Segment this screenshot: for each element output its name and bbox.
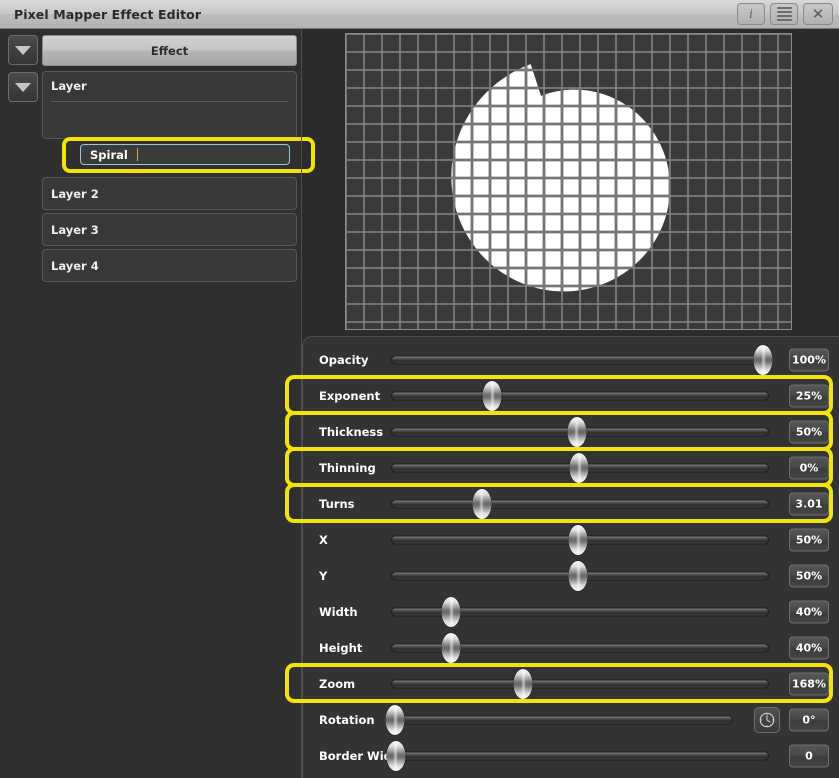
- effect-button[interactable]: Effect: [42, 35, 297, 66]
- slider-value-box[interactable]: 40%: [789, 601, 829, 624]
- window-title-bar: Pixel Mapper Effect Editor i ✕: [0, 0, 839, 29]
- slider-label: Exponent: [319, 389, 380, 403]
- slider-thumb[interactable]: [567, 417, 586, 447]
- slider-label: Turns: [319, 497, 354, 511]
- slider-row-rotation: Rotation 0°: [303, 702, 839, 738]
- slider-row-thinning: Thinning 0%: [303, 450, 839, 486]
- slider-value-box[interactable]: 0: [789, 745, 829, 768]
- slider-track[interactable]: [391, 356, 769, 365]
- text-caret: [137, 148, 138, 161]
- triangle-down-icon: [15, 46, 31, 55]
- slider-thumb[interactable]: [514, 669, 533, 699]
- layer-group[interactable]: Layer: [42, 71, 297, 139]
- slider-track[interactable]: [391, 500, 769, 509]
- slider-thumb[interactable]: [483, 381, 502, 411]
- sidebar-item-layer-4[interactable]: Layer 4: [42, 249, 297, 282]
- rotation-clock-button[interactable]: [754, 707, 780, 733]
- slider-row-border-width: Border Width0: [303, 738, 839, 774]
- window-controls: i ✕: [737, 3, 833, 25]
- slider-thumb[interactable]: [386, 705, 405, 735]
- slider-label: X: [319, 533, 328, 547]
- sidebar-item-layer-3[interactable]: Layer 3: [42, 213, 297, 246]
- layer-separator: [51, 101, 288, 102]
- slider-value-box[interactable]: 40%: [789, 637, 829, 660]
- menu-button[interactable]: [770, 3, 798, 25]
- slider-label: Height: [319, 641, 362, 655]
- slider-value-box[interactable]: 168%: [789, 673, 829, 696]
- hamburger-icon: [777, 5, 792, 23]
- slider-row-x: X 50%: [303, 522, 839, 558]
- close-button[interactable]: ✕: [803, 3, 833, 25]
- slider-track[interactable]: [391, 716, 733, 725]
- window-title: Pixel Mapper Effect Editor: [14, 7, 201, 22]
- slider-value-box[interactable]: 0°: [789, 709, 829, 732]
- layer-collapse-button[interactable]: [8, 72, 38, 102]
- slider-value-box[interactable]: 50%: [789, 529, 829, 552]
- triangle-down-icon: [15, 83, 31, 92]
- slider-label: Opacity: [319, 353, 369, 367]
- effect-collapse-button[interactable]: [8, 35, 38, 65]
- slider-thumb[interactable]: [754, 345, 773, 375]
- slider-value-box[interactable]: 50%: [789, 565, 829, 588]
- slider-value-box[interactable]: 50%: [789, 421, 829, 444]
- sidebar-item-layer-2[interactable]: Layer 2: [42, 177, 297, 210]
- slider-value-box[interactable]: 100%: [789, 349, 829, 372]
- slider-label: Y: [319, 569, 327, 583]
- slider-row-exponent: Exponent 25%: [303, 378, 839, 414]
- clock-icon: [758, 711, 776, 729]
- layer-2-label: Layer 2: [51, 187, 99, 201]
- slider-track[interactable]: [391, 680, 769, 689]
- slider-thumb[interactable]: [442, 633, 461, 663]
- close-icon: ✕: [812, 7, 825, 22]
- layer-name-value: Spiral: [90, 148, 128, 162]
- slider-row-thickness: Thickness 50%: [303, 414, 839, 450]
- slider-row-opacity: Opacity 100%: [303, 342, 839, 378]
- layer-group-label: Layer: [51, 79, 87, 93]
- slider-row-zoom: Zoom 168%: [303, 666, 839, 702]
- slider-row-height: Height 40%: [303, 630, 839, 666]
- info-button[interactable]: i: [737, 3, 765, 25]
- layer-3-label: Layer 3: [51, 223, 99, 237]
- slider-label: Thickness: [319, 425, 383, 439]
- sidebar: Effect Layer Spiral Layer 2 Layer 3 Laye…: [0, 29, 301, 778]
- slider-thumb[interactable]: [472, 489, 491, 519]
- effect-parameter-panel: Opacity 100% Exponent 25% Thickness 50% Thinni…: [302, 336, 839, 778]
- slider-thumb[interactable]: [386, 741, 405, 771]
- slider-thumb[interactable]: [442, 597, 461, 627]
- slider-value-box[interactable]: 0%: [789, 457, 829, 480]
- preview-svg: [346, 34, 792, 330]
- slider-label: Thinning: [319, 461, 376, 475]
- slider-thumb[interactable]: [570, 453, 589, 483]
- effect-preview-canvas[interactable]: [345, 33, 792, 330]
- slider-label: Rotation: [319, 713, 375, 727]
- slider-row-y: Y 50%: [303, 558, 839, 594]
- slider-track[interactable]: [391, 392, 769, 401]
- layer-4-label: Layer 4: [51, 259, 99, 273]
- info-icon: i: [749, 7, 753, 21]
- slider-thumb[interactable]: [569, 561, 588, 591]
- slider-thumb[interactable]: [569, 525, 588, 555]
- slider-row-width: Width 40%: [303, 594, 839, 630]
- slider-label: Width: [319, 605, 358, 619]
- slider-row-turns: Turns 3.01: [303, 486, 839, 522]
- layer-name-input[interactable]: Spiral: [80, 144, 290, 165]
- slider-track[interactable]: [391, 752, 769, 761]
- slider-value-box[interactable]: 3.01: [789, 493, 829, 516]
- slider-label: Zoom: [319, 677, 355, 691]
- slider-value-box[interactable]: 25%: [789, 385, 829, 408]
